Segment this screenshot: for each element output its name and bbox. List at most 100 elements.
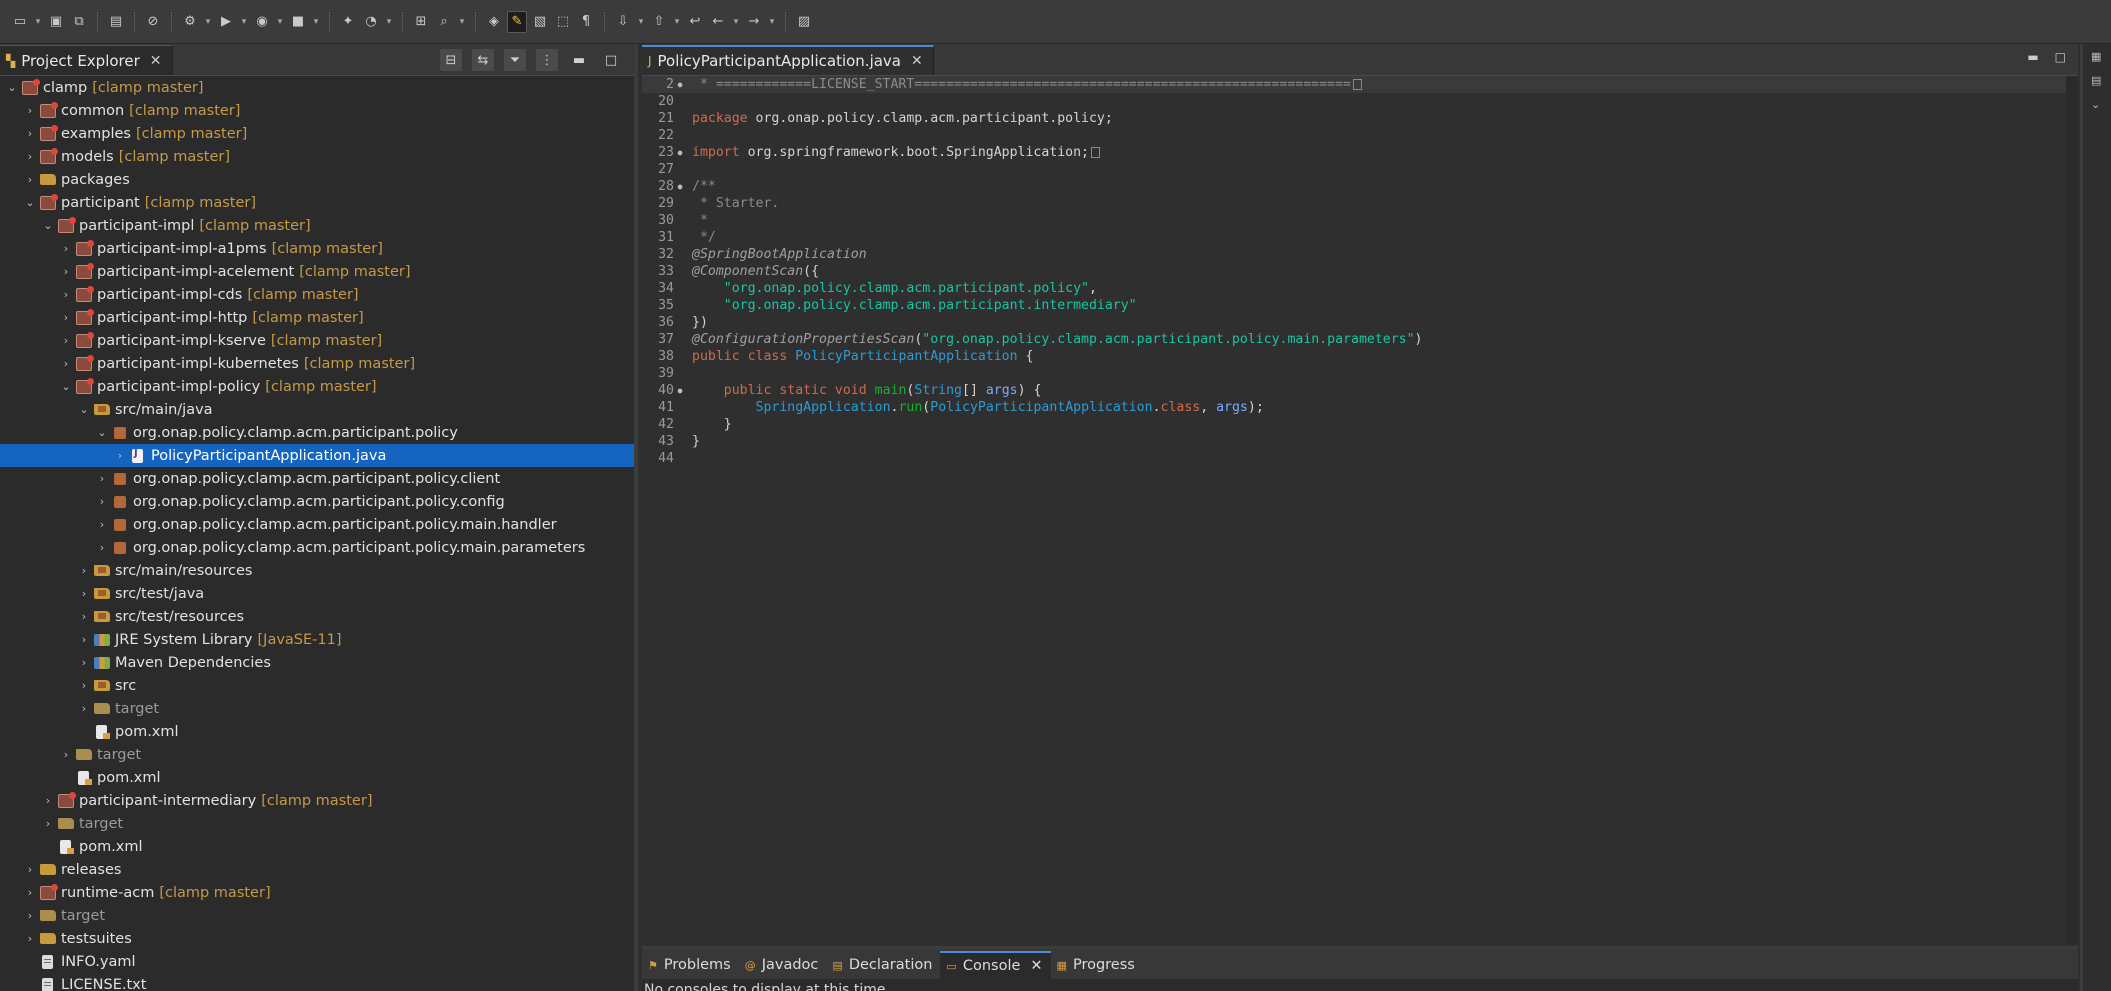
tree-item[interactable]: › participant-impl-acelement [clamp master…	[0, 260, 634, 283]
tree-item[interactable]: › participant-impl-kubernetes [clamp maste…	[0, 352, 634, 375]
code-line[interactable]: 2 ● * ============LICENSE_START==========…	[642, 76, 2066, 93]
tree-item[interactable]: › models [clamp master]	[0, 145, 634, 168]
code-line[interactable]: 28 ● /**	[642, 178, 2066, 195]
chevron-down-icon[interactable]: ⌄	[58, 380, 74, 393]
skip-breakpoints-icon[interactable]: ⊘	[143, 11, 163, 33]
chevron-right-icon[interactable]: ›	[58, 311, 74, 324]
save-icon[interactable]: ▣	[46, 11, 66, 33]
tree-item[interactable]: ›pom.xml	[0, 766, 634, 789]
debug-icon[interactable]: ⚙	[180, 11, 200, 33]
code-line[interactable]: 30 *	[642, 212, 2066, 229]
tree-item[interactable]: › JRE System Library [JavaSE-11]	[0, 628, 634, 651]
outline-icon[interactable]: ▦	[2091, 50, 2111, 68]
code-line[interactable]: 44	[642, 450, 2066, 467]
filter-icon[interactable]: ⏷	[504, 49, 526, 71]
chevron-right-icon[interactable]: ›	[22, 127, 38, 140]
show-whitespace-icon[interactable]: ⬚	[553, 11, 573, 33]
open-type-icon[interactable]: ⊞	[411, 11, 431, 33]
code-line[interactable]: 43}	[642, 433, 2066, 450]
fold-toggle-icon[interactable]: ●	[674, 386, 686, 395]
view-menu-icon[interactable]: ⋮	[536, 49, 558, 71]
link-with-editor-icon[interactable]: ⇆	[472, 49, 494, 71]
tab-progress[interactable]: ▦ Progress	[1051, 951, 1143, 979]
chevron-right-icon[interactable]: ›	[22, 173, 38, 186]
chevron-down-icon[interactable]: ⌄	[76, 403, 92, 416]
coverage-icon[interactable]: ◉	[252, 11, 272, 33]
code-line[interactable]: 34 "org.onap.policy.clamp.acm.participan…	[642, 280, 2066, 297]
tab-problems[interactable]: ⚑ Problems	[642, 951, 739, 979]
block-selection-icon[interactable]: ▧	[530, 11, 550, 33]
tree-item[interactable]: ›INFO.yaml	[0, 950, 634, 973]
minimize-icon[interactable]: ▬	[568, 49, 590, 71]
tree-item[interactable]: › org.onap.policy.clamp.acm.participant.p…	[0, 490, 634, 513]
chevron-down-icon[interactable]: ▾	[203, 17, 213, 27]
fold-toggle-icon[interactable]: ●	[674, 80, 686, 89]
tree-item[interactable]: › target	[0, 743, 634, 766]
folded-region-icon[interactable]	[1352, 79, 1362, 90]
tree-item[interactable]: › releases	[0, 858, 634, 881]
tree-item[interactable]: ›pom.xml	[0, 720, 634, 743]
tab-project-explorer[interactable]: ▚ Project Explorer ✕	[0, 45, 173, 75]
tree-item[interactable]: › target	[0, 697, 634, 720]
chevron-down-icon[interactable]: ▾	[767, 17, 777, 27]
chevron-down-icon[interactable]: ▾	[384, 17, 394, 27]
back-icon[interactable]: ←	[708, 11, 728, 33]
tree-item[interactable]: › participant-impl-http [clamp master]	[0, 306, 634, 329]
chevron-right-icon[interactable]: ›	[76, 679, 92, 692]
tree-item[interactable]: › testsuites	[0, 927, 634, 950]
forward-icon[interactable]: →	[744, 11, 764, 33]
chevron-right-icon[interactable]: ›	[22, 863, 38, 876]
close-icon[interactable]: ✕	[1030, 958, 1042, 974]
new-icon[interactable]: ▭	[10, 11, 30, 33]
search-icon[interactable]: ⌕	[434, 11, 454, 33]
chevron-down-icon[interactable]: ▾	[239, 17, 249, 27]
close-icon[interactable]: ✕	[150, 53, 162, 69]
quick-access-icon[interactable]: ◈	[484, 11, 504, 33]
chevron-right-icon[interactable]: ›	[40, 817, 56, 830]
chevron-right-icon[interactable]: ›	[58, 357, 74, 370]
chevron-right-icon[interactable]: ›	[58, 265, 74, 278]
tree-item[interactable]: › org.onap.policy.clamp.acm.participant.p…	[0, 536, 634, 559]
chevron-right-icon[interactable]: ›	[94, 472, 110, 485]
run-icon[interactable]: ▶	[216, 11, 236, 33]
chevron-right-icon[interactable]: ›	[76, 656, 92, 669]
minimize-icon[interactable]: ▬	[2027, 50, 2038, 64]
chevron-down-icon[interactable]: ▾	[311, 17, 321, 27]
chevron-down-icon[interactable]: ▾	[457, 17, 467, 27]
tree-item[interactable]: › participant-intermediary [clamp master]	[0, 789, 634, 812]
chevron-down-icon[interactable]: ▾	[33, 17, 43, 27]
chevron-right-icon[interactable]: ›	[94, 495, 110, 508]
tree-item[interactable]: › src	[0, 674, 634, 697]
chevron-down-icon[interactable]: ▾	[636, 17, 646, 27]
code-line[interactable]: 29 * Starter.	[642, 195, 2066, 212]
code-line[interactable]: 32 @SpringBootApplication	[642, 246, 2066, 263]
new-class-icon[interactable]: ◔	[361, 11, 381, 33]
next-annotation-icon[interactable]: ⇩	[613, 11, 633, 33]
tree-item[interactable]: › src/main/resources	[0, 559, 634, 582]
tree-item[interactable]: ⌄ participant-impl [clamp master]	[0, 214, 634, 237]
tree-item[interactable]: › examples [clamp master]	[0, 122, 634, 145]
chevron-right-icon[interactable]: ›	[58, 242, 74, 255]
chevron-right-icon[interactable]: ›	[76, 564, 92, 577]
code-editor[interactable]: 2 ● * ============LICENSE_START==========…	[642, 76, 2066, 944]
tab-console[interactable]: ▭ Console ✕	[940, 951, 1051, 979]
tree-item[interactable]: ⌄ clamp [clamp master]	[0, 76, 634, 99]
tree-item[interactable]: ⌄ participant-impl-policy [clamp master]	[0, 375, 634, 398]
close-icon[interactable]: ✕	[911, 53, 923, 69]
code-line[interactable]: 27	[642, 161, 2066, 178]
maximize-icon[interactable]: □	[2055, 50, 2066, 64]
chevron-right-icon[interactable]: ›	[22, 932, 38, 945]
chevron-right-icon[interactable]: ›	[76, 702, 92, 715]
tree-item[interactable]: › packages	[0, 168, 634, 191]
chevron-right-icon[interactable]: ›	[76, 587, 92, 600]
code-line[interactable]: 31 */	[642, 229, 2066, 246]
external-tools-icon[interactable]: ■	[288, 11, 308, 33]
code-line[interactable]: 21 package org.onap.policy.clamp.acm.part…	[642, 110, 2066, 127]
mark-occurrences-icon[interactable]: ✎	[507, 10, 527, 33]
chevron-right-icon[interactable]: ›	[58, 334, 74, 347]
tree-item[interactable]: › participant-impl-a1pms [clamp master]	[0, 237, 634, 260]
tree-item[interactable]: › participant-impl-kserve [clamp master]	[0, 329, 634, 352]
chevron-down-icon[interactable]: ⌄	[40, 219, 56, 232]
tree-item[interactable]: ›LICENSE.txt	[0, 973, 634, 991]
code-line[interactable]: 20	[642, 93, 2066, 110]
